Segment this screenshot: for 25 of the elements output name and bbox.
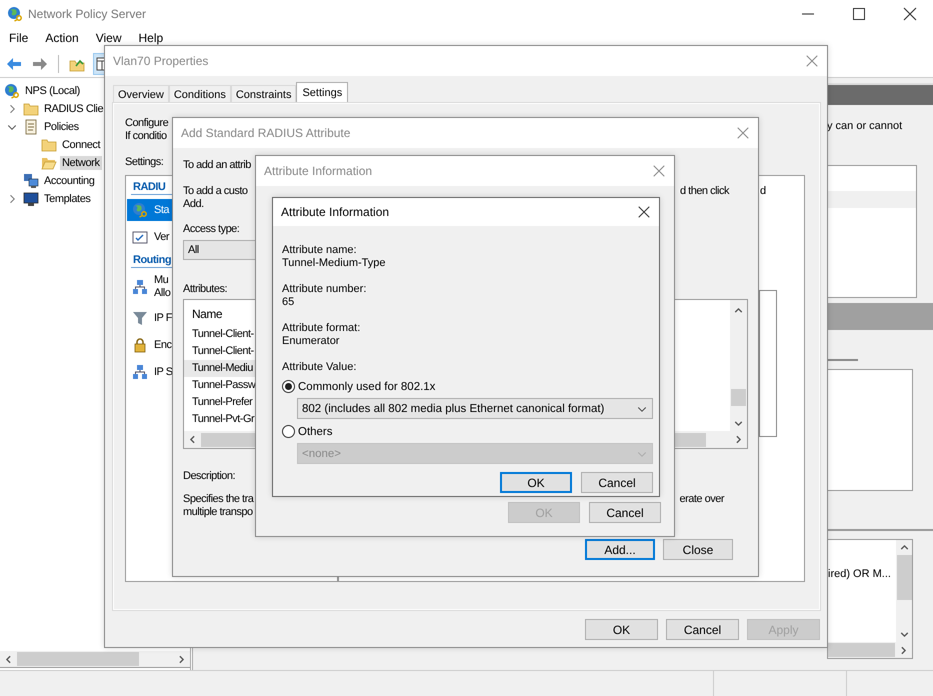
intro-text: Configure — [125, 117, 168, 130]
window-title: Network Policy Server — [28, 7, 146, 21]
field-label: Attribute number: — [282, 283, 366, 296]
dialog-title: Add Standard RADIUS Attribute — [181, 126, 350, 140]
field-value: 65 — [282, 296, 294, 309]
dialog-title: Attribute Information — [264, 164, 372, 178]
access-type-label: Access type: — [183, 223, 240, 236]
intro-text: d then click — [680, 185, 729, 198]
field-label: Attribute format: — [282, 322, 360, 335]
condition-text: ired) OR M... — [828, 567, 892, 582]
dialog-title: Attribute Information — [281, 205, 390, 219]
detail-text: d — [760, 185, 766, 197]
intro-text: To add a custo — [183, 185, 248, 198]
description-text: erate over — [679, 493, 724, 506]
attribute-value-label: Attribute Value: — [282, 361, 356, 374]
dialog-title: Vlan70 Properties — [113, 54, 208, 68]
description-text: Specifies the tra — [183, 493, 254, 506]
intro-text: Add. — [183, 198, 204, 211]
attributes-label: Attributes: — [183, 283, 228, 296]
description-text: multiple transpo — [183, 506, 253, 519]
intro-text: To add an attrib — [183, 159, 251, 172]
intro-text: If conditio — [125, 130, 167, 143]
settings-label: Settings: — [125, 156, 164, 169]
field-value: Enumerator — [282, 335, 340, 348]
description-label: Description: — [183, 470, 236, 483]
